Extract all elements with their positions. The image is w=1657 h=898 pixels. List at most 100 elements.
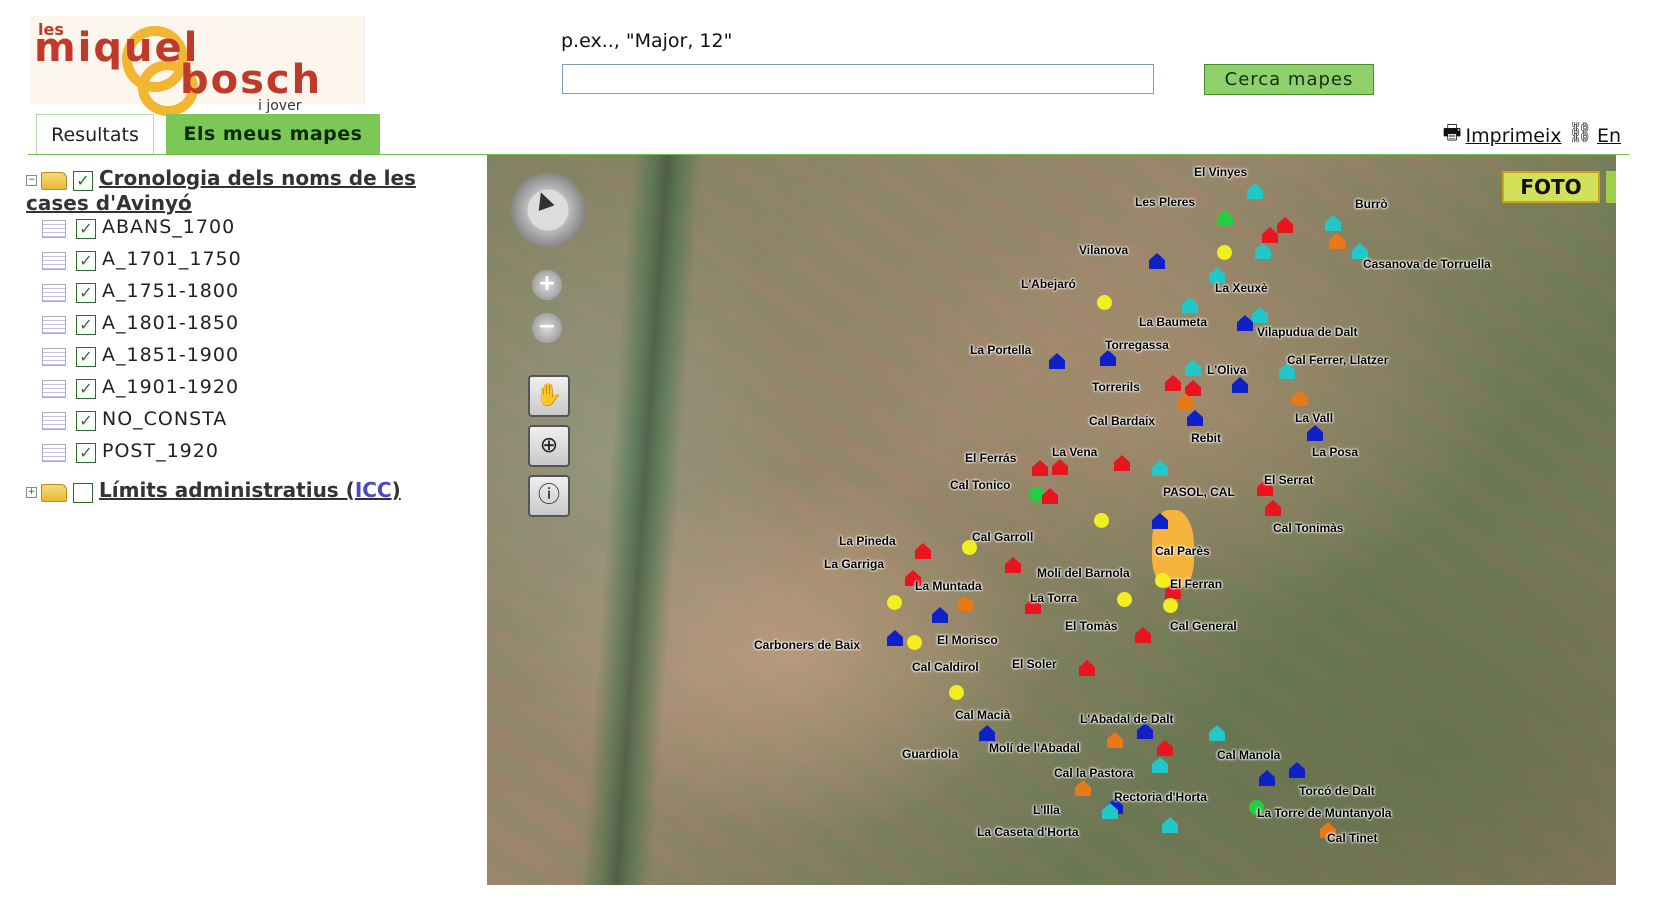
collapse-icon[interactable]: − xyxy=(26,175,37,186)
layer-switch-edge[interactable] xyxy=(1606,171,1616,203)
red-house-marker[interactable] xyxy=(1262,227,1278,243)
legend-icon[interactable] xyxy=(42,219,66,238)
orange-house-marker[interactable] xyxy=(1329,233,1345,249)
cyan-house-marker[interactable] xyxy=(1247,183,1263,199)
layer-checkbox[interactable]: ✓ xyxy=(76,442,96,463)
zoom-box-tool[interactable]: ⊕ xyxy=(528,425,570,467)
legend-icon[interactable] xyxy=(42,315,66,334)
red-house-marker[interactable] xyxy=(1032,460,1048,476)
layer-checkbox[interactable]: ✓ xyxy=(76,250,96,271)
search-input[interactable] xyxy=(562,64,1154,94)
yellow-house-marker[interactable] xyxy=(1163,598,1178,613)
group-checkbox[interactable]: ✓ xyxy=(73,170,93,191)
hand-pan-tool[interactable]: ✋ xyxy=(528,375,570,417)
tab-results[interactable]: Resultats xyxy=(36,114,154,154)
layer-checkbox[interactable]: ✓ xyxy=(76,346,96,367)
printer-icon[interactable]: 🖶 xyxy=(1443,120,1462,144)
red-house-marker[interactable] xyxy=(1135,627,1151,643)
red-house-marker[interactable] xyxy=(1265,500,1281,516)
logo[interactable]: les miquel bosch i jover xyxy=(30,16,365,116)
legend-icon[interactable] xyxy=(42,443,66,462)
orange-house-marker[interactable] xyxy=(957,595,973,611)
legend-icon[interactable] xyxy=(42,251,66,270)
place-label: Cal Caldirol xyxy=(912,660,979,674)
logo-jover-text: i jover xyxy=(258,98,302,114)
layer-row: ✓ POST_1920 xyxy=(42,440,219,463)
orange-house-marker[interactable] xyxy=(1292,390,1308,406)
blue-house-marker[interactable] xyxy=(1237,315,1253,331)
red-house-marker[interactable] xyxy=(1114,455,1130,471)
yellow-house-marker[interactable] xyxy=(907,635,922,650)
permalink-link[interactable]: En xyxy=(1597,125,1621,147)
cyan-house-marker[interactable] xyxy=(1182,297,1198,313)
group-checkbox[interactable] xyxy=(73,482,93,503)
blue-house-marker[interactable] xyxy=(1259,770,1275,786)
blue-house-marker[interactable] xyxy=(1232,377,1248,393)
orange-house-marker[interactable] xyxy=(1107,732,1123,748)
red-house-marker[interactable] xyxy=(915,543,931,559)
place-label: Molí del Barnola xyxy=(1037,566,1130,580)
layer-checkbox[interactable]: ✓ xyxy=(76,282,96,303)
blue-house-marker[interactable] xyxy=(1187,410,1203,426)
place-label: Casanova de Torruella xyxy=(1363,257,1491,271)
yellow-house-marker[interactable] xyxy=(1097,295,1112,310)
yellow-house-marker[interactable] xyxy=(1094,513,1109,528)
cyan-house-marker[interactable] xyxy=(1255,243,1271,259)
group-label[interactable]: Límits administratius (ICC) xyxy=(99,478,401,502)
blue-house-marker[interactable] xyxy=(1100,350,1116,366)
cyan-house-marker[interactable] xyxy=(1162,817,1178,833)
layer-checkbox[interactable]: ✓ xyxy=(76,410,96,431)
layer-label: POST_1920 xyxy=(102,440,219,462)
red-house-marker[interactable] xyxy=(1277,217,1293,233)
layer-checkbox[interactable]: ✓ xyxy=(76,218,96,239)
pan-control[interactable] xyxy=(505,167,591,253)
blue-house-marker[interactable] xyxy=(932,607,948,623)
search-maps-button[interactable]: Cerca mapes xyxy=(1204,64,1374,95)
cyan-house-marker[interactable] xyxy=(1252,307,1268,323)
green-house-marker[interactable] xyxy=(1029,487,1044,502)
legend-icon[interactable] xyxy=(42,347,66,366)
green-house-marker[interactable] xyxy=(1217,210,1233,226)
blue-house-marker[interactable] xyxy=(1049,353,1065,369)
place-label: La Torra xyxy=(1030,591,1078,605)
map-view[interactable]: El Vinyes Les Pleres Burrò Vilanova Casanova… xyxy=(487,155,1616,885)
red-house-marker[interactable] xyxy=(1005,557,1021,573)
blue-house-marker[interactable] xyxy=(887,630,903,646)
red-house-marker[interactable] xyxy=(1052,459,1068,475)
blue-house-marker[interactable] xyxy=(1307,425,1323,441)
red-house-marker[interactable] xyxy=(1157,740,1173,756)
cyan-house-marker[interactable] xyxy=(1209,725,1225,741)
zoom-in-button[interactable]: + xyxy=(532,270,562,300)
tab-my-maps[interactable]: Els meus mapes xyxy=(166,114,380,154)
info-tool[interactable]: ⓘ xyxy=(528,475,570,517)
yellow-house-marker[interactable] xyxy=(1155,573,1170,588)
cyan-house-marker[interactable] xyxy=(1152,460,1168,476)
orange-house-marker[interactable] xyxy=(1075,780,1091,796)
yellow-house-marker[interactable] xyxy=(1217,245,1232,260)
yellow-house-marker[interactable] xyxy=(949,685,964,700)
legend-icon[interactable] xyxy=(42,283,66,302)
icc-link[interactable]: ICC xyxy=(355,478,392,502)
yellow-house-marker[interactable] xyxy=(1117,592,1132,607)
place-label: Cal Garroll xyxy=(972,530,1034,544)
red-house-marker[interactable] xyxy=(1079,660,1095,676)
cyan-house-marker[interactable] xyxy=(1325,215,1341,231)
foto-layer-button[interactable]: FOTO xyxy=(1502,171,1600,203)
yellow-house-marker[interactable] xyxy=(887,595,902,610)
blue-house-marker[interactable] xyxy=(1149,253,1165,269)
cyan-house-marker[interactable] xyxy=(1185,360,1201,376)
blue-house-marker[interactable] xyxy=(979,725,995,741)
layer-checkbox[interactable]: ✓ xyxy=(76,378,96,399)
red-house-marker[interactable] xyxy=(1185,380,1201,396)
layer-checkbox[interactable]: ✓ xyxy=(76,314,96,335)
red-house-marker[interactable] xyxy=(1165,375,1181,391)
expand-icon[interactable]: + xyxy=(26,487,37,498)
blue-house-marker[interactable] xyxy=(1289,762,1305,778)
cyan-house-marker[interactable] xyxy=(1152,757,1168,773)
red-house-marker[interactable] xyxy=(1042,488,1058,504)
legend-icon[interactable] xyxy=(42,379,66,398)
legend-icon[interactable] xyxy=(42,411,66,430)
print-link[interactable]: Imprimeix xyxy=(1466,125,1562,147)
zoom-out-button[interactable]: − xyxy=(532,313,562,343)
link-icon[interactable]: ⛓ xyxy=(1568,120,1593,144)
